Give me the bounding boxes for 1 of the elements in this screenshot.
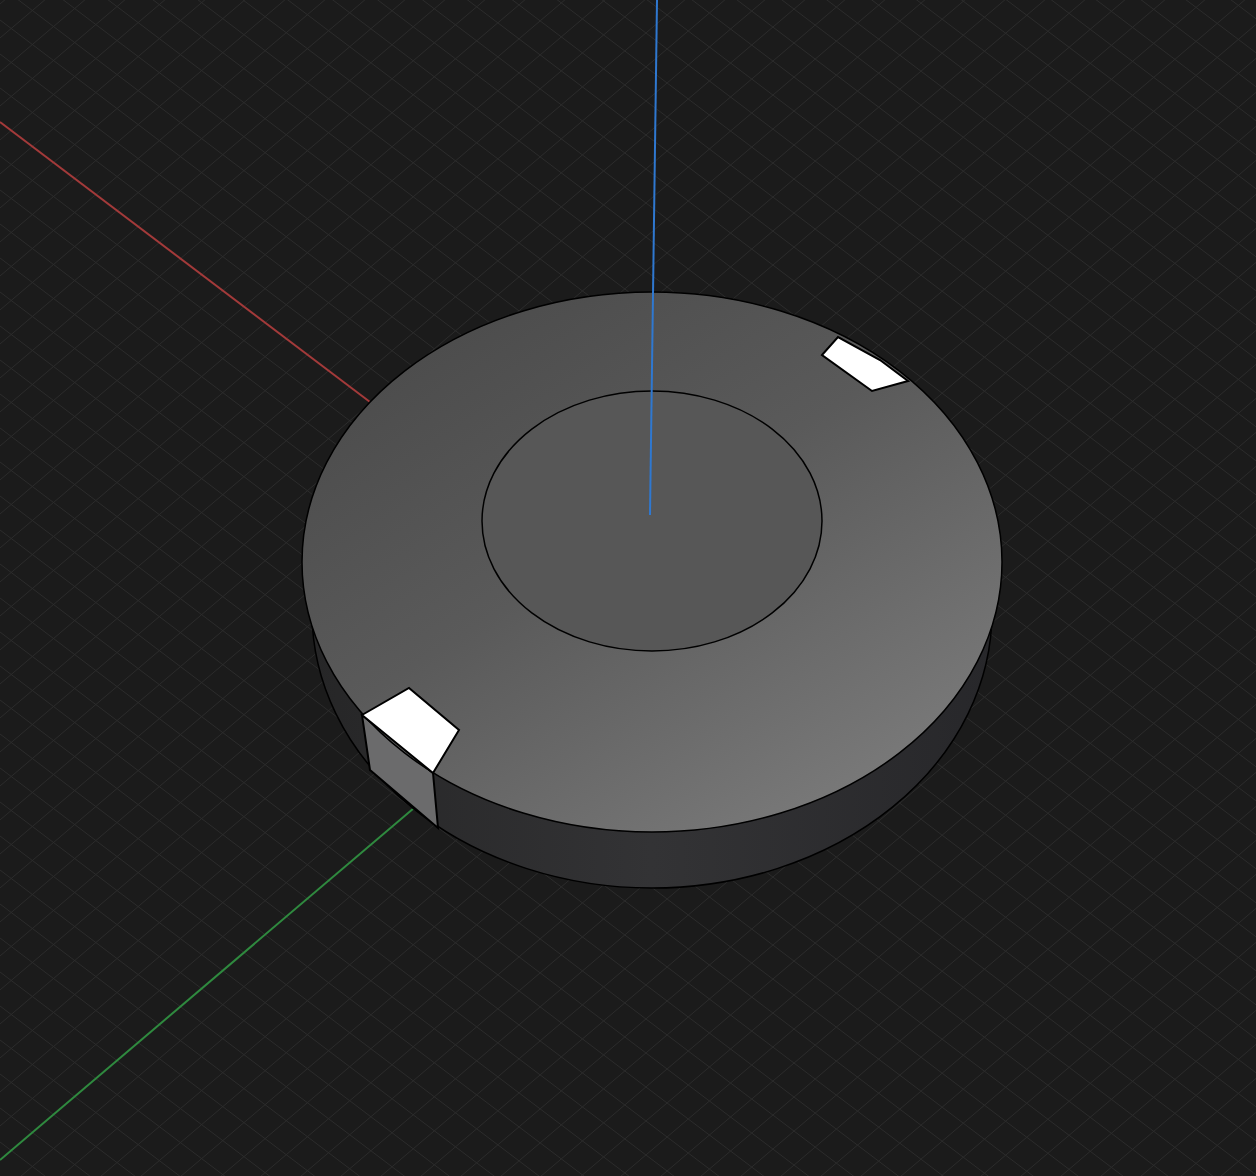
viewport-canvas[interactable] [0,0,1256,1176]
